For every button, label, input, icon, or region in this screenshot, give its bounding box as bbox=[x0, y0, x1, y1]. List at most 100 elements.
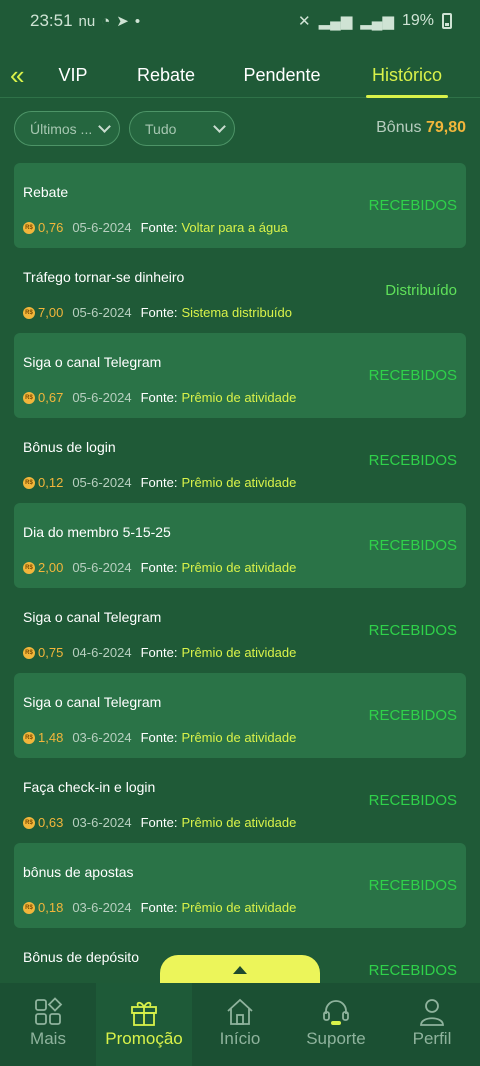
record-source-label: Fonte: bbox=[140, 815, 178, 830]
record-source: Prêmio de atividade bbox=[181, 730, 297, 745]
signal-icon-2: ▂▄▆ bbox=[360, 13, 394, 30]
gift-icon bbox=[131, 1001, 157, 1026]
list-item[interactable]: Siga o canal Telegram R$ 0,75 04-6-2024 … bbox=[14, 588, 466, 673]
coin-icon: R$ bbox=[23, 816, 35, 829]
tab-pendente[interactable]: Pendente bbox=[236, 52, 328, 98]
tab-label: Histórico bbox=[371, 65, 442, 85]
record-status: RECEBIDOS bbox=[368, 622, 457, 639]
record-date: 03-6-2024 bbox=[72, 730, 132, 745]
record-amount: 0,67 bbox=[38, 390, 64, 405]
nav-mais[interactable]: Mais bbox=[0, 983, 96, 1066]
double-chevron-left-icon[interactable]: « bbox=[0, 52, 40, 98]
record-status: RECEBIDOS bbox=[368, 367, 457, 384]
record-title: Tráfego tornar-se dinheiro bbox=[23, 269, 185, 285]
record-amount: 0,18 bbox=[38, 900, 64, 915]
record-meta: R$ 0,67 05-6-2024 Fonte: Prêmio de ativi… bbox=[23, 390, 296, 405]
coin-icon: R$ bbox=[23, 561, 35, 574]
record-meta: R$ 0,63 03-6-2024 Fonte: Prêmio de ativi… bbox=[23, 815, 296, 830]
list-item[interactable]: Bônus de login R$ 0,12 05-6-2024 Fonte: … bbox=[14, 418, 466, 503]
record-date: 05-6-2024 bbox=[72, 475, 132, 490]
nav-inicio[interactable]: Início bbox=[192, 983, 288, 1066]
tab-historico[interactable]: Histórico bbox=[366, 52, 448, 98]
list-item[interactable]: Siga o canal Telegram R$ 1,48 03-6-2024 … bbox=[14, 673, 466, 758]
bottom-nav: Mais Promoção Início Suporte Perfil bbox=[0, 983, 480, 1066]
record-amount: 1,48 bbox=[38, 730, 64, 745]
record-title: Bônus de login bbox=[23, 439, 116, 455]
headset-icon bbox=[323, 1000, 349, 1025]
list-item[interactable]: Tráfego tornar-se dinheiro R$ 7,00 05-6-… bbox=[14, 248, 466, 333]
record-meta: R$ 0,76 05-6-2024 Fonte: Voltar para a á… bbox=[23, 220, 288, 235]
record-source: Prêmio de atividade bbox=[181, 900, 297, 915]
nav-suporte[interactable]: Suporte bbox=[288, 983, 384, 1066]
record-status: Distribuído bbox=[385, 282, 457, 299]
period-select[interactable]: Últimos ... bbox=[14, 111, 120, 146]
battery-icon bbox=[442, 13, 452, 29]
record-meta: R$ 2,00 05-6-2024 Fonte: Prêmio de ativi… bbox=[23, 560, 296, 575]
nav-label: Perfil bbox=[412, 1029, 452, 1048]
record-source-label: Fonte: bbox=[140, 900, 178, 915]
mute-icon: ✕ bbox=[297, 13, 311, 30]
record-meta: R$ 0,12 05-6-2024 Fonte: Prêmio de ativi… bbox=[23, 475, 296, 490]
record-source-label: Fonte: bbox=[140, 305, 178, 320]
record-source: Prêmio de atividade bbox=[181, 390, 297, 405]
user-icon bbox=[420, 999, 444, 1026]
nav-label: Suporte bbox=[306, 1029, 366, 1048]
filter-row: Últimos ... Tudo Bônus 79,80 bbox=[14, 111, 466, 147]
status-left: 23:51 nu ◔ ➤ • bbox=[30, 11, 140, 31]
list-item[interactable]: Rebate R$ 0,76 05-6-2024 Fonte: Voltar p… bbox=[14, 163, 466, 248]
triangle-up-icon bbox=[233, 966, 247, 974]
record-date: 05-6-2024 bbox=[72, 390, 132, 405]
nav-label: Promoção bbox=[105, 1029, 183, 1048]
record-status: RECEBIDOS bbox=[368, 962, 457, 979]
record-meta: R$ 0,18 03-6-2024 Fonte: Prêmio de ativi… bbox=[23, 900, 296, 915]
record-title: Siga o canal Telegram bbox=[23, 609, 162, 625]
record-source-label: Fonte: bbox=[140, 560, 178, 575]
record-date: 05-6-2024 bbox=[72, 305, 132, 320]
tab-label: VIP bbox=[58, 65, 88, 85]
record-date: 03-6-2024 bbox=[72, 815, 132, 830]
nav-label: Mais bbox=[30, 1029, 66, 1048]
record-amount: 7,00 bbox=[38, 305, 64, 320]
record-source: Sistema distribuído bbox=[181, 305, 293, 320]
list-item[interactable]: bônus de apostas R$ 0,18 03-6-2024 Fonte… bbox=[14, 843, 466, 928]
record-amount: 0,76 bbox=[38, 220, 64, 235]
record-source: Prêmio de atividade bbox=[181, 645, 297, 660]
nav-perfil[interactable]: Perfil bbox=[384, 983, 480, 1066]
nav-promocao[interactable]: Promoção bbox=[96, 983, 192, 1066]
record-meta: R$ 0,75 04-6-2024 Fonte: Prêmio de ativi… bbox=[23, 645, 296, 660]
record-title: Dia do membro 5-15-25 bbox=[23, 524, 171, 540]
status-bar: 23:51 nu ◔ ➤ • ✕ ▂▄▆ ▂▄▆ 19% bbox=[0, 0, 480, 42]
record-title: Siga o canal Telegram bbox=[23, 694, 162, 710]
record-title: Bônus de depósito bbox=[23, 949, 139, 965]
record-amount: 0,12 bbox=[38, 475, 64, 490]
active-tab-indicator bbox=[366, 95, 448, 98]
type-select[interactable]: Tudo bbox=[129, 111, 235, 146]
record-title: Siga o canal Telegram bbox=[23, 354, 162, 370]
record-status: RECEBIDOS bbox=[368, 452, 457, 469]
tab-rebate[interactable]: Rebate bbox=[130, 52, 202, 98]
record-status: RECEBIDOS bbox=[368, 792, 457, 809]
home-icon bbox=[227, 998, 253, 1025]
list-item[interactable]: Dia do membro 5-15-25 R$ 2,00 05-6-2024 … bbox=[14, 503, 466, 588]
record-status: RECEBIDOS bbox=[368, 537, 457, 554]
tab-vip[interactable]: VIP bbox=[48, 52, 98, 98]
period-select-value: Últimos ... bbox=[30, 120, 93, 137]
record-title: Rebate bbox=[23, 184, 69, 200]
chevron-down-icon bbox=[98, 120, 111, 133]
record-status: RECEBIDOS bbox=[368, 877, 457, 894]
list-item[interactable]: Faça check-in e login R$ 0,63 03-6-2024 … bbox=[14, 758, 466, 843]
history-list: Rebate R$ 0,76 05-6-2024 Fonte: Voltar p… bbox=[14, 163, 466, 1013]
tab-label: Rebate bbox=[136, 65, 196, 85]
whatsapp-icon: ◔ bbox=[101, 12, 111, 30]
record-amount: 2,00 bbox=[38, 560, 64, 575]
grid-diamond-icon bbox=[35, 997, 63, 1025]
record-date: 03-6-2024 bbox=[72, 900, 132, 915]
signal-icon: ▂▄▆ bbox=[318, 13, 353, 30]
chevron-down-icon bbox=[213, 120, 226, 133]
record-source: Prêmio de atividade bbox=[181, 815, 297, 830]
coin-icon: R$ bbox=[23, 646, 35, 659]
list-item[interactable]: Siga o canal Telegram R$ 0,67 05-6-2024 … bbox=[14, 333, 466, 418]
record-date: 05-6-2024 bbox=[72, 220, 132, 235]
record-amount: 0,63 bbox=[38, 815, 64, 830]
record-meta: R$ 7,00 05-6-2024 Fonte: Sistema distrib… bbox=[23, 305, 292, 320]
